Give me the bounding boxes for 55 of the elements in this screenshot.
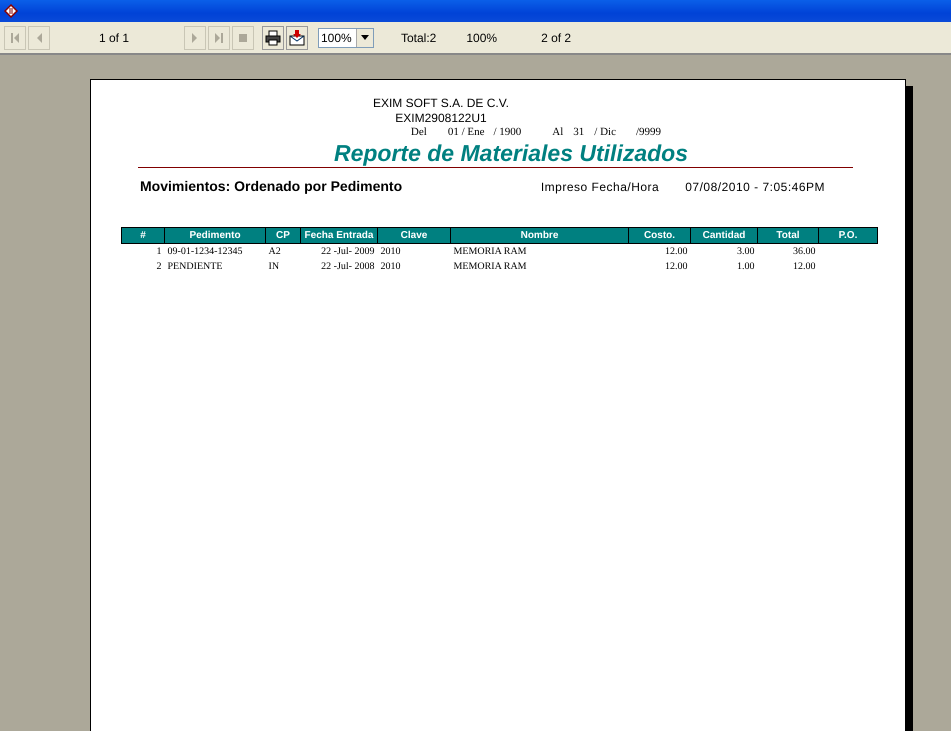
table-cell: 36.00 [793, 246, 816, 257]
column-header: Cantidad [690, 228, 758, 244]
toolbar-button[interactable] [262, 26, 284, 50]
first-page-icon [9, 32, 21, 44]
table-cell: A2 [268, 246, 281, 257]
toolbar-button[interactable] [286, 26, 308, 50]
app-icon [3, 3, 19, 19]
table-cell: MEMORIA RAM [454, 246, 527, 257]
date-range-text: 01 / Ene [448, 126, 484, 140]
date-range-text: /9999 [636, 126, 662, 140]
table-cell: 22 -Jul- 2009 [321, 246, 374, 257]
column-header: Costo. [628, 228, 690, 244]
column-header: Fecha Entrada [300, 228, 378, 244]
date-range-text: Al [552, 126, 564, 140]
table-cell: 12.00 [665, 261, 688, 272]
column-header: CP [266, 228, 300, 244]
column-header: Pedimento [164, 228, 266, 244]
printer-icon [265, 30, 281, 46]
table-cell: 1.00 [737, 261, 754, 272]
printed-label: Impreso Fecha/Hora [540, 180, 660, 194]
column-header: # [122, 228, 164, 244]
dropdown-caret-icon [361, 35, 369, 40]
envelope-icon [289, 30, 305, 46]
date-range-text: / 1900 [493, 126, 522, 140]
column-header: Clave [378, 228, 450, 244]
date-range-text: / Dic [594, 126, 616, 140]
table-cell: 22 -Jul- 2008 [321, 261, 374, 272]
company-name: EXIM SOFT S.A. DE C.V. [372, 96, 510, 111]
table-cell: MEMORIA RAM [454, 261, 527, 272]
table-cell: PENDIENTE [168, 261, 222, 272]
column-header: P.O. [818, 228, 878, 244]
zoom-percent-label: 100% [466, 30, 498, 44]
column-header: Total [758, 228, 818, 244]
table-cell: 12.00 [793, 261, 816, 272]
report-title: Reporte de Materiales Utilizados [334, 140, 688, 167]
zoom-dropdown[interactable]: 100% [318, 28, 374, 48]
table-cell: 1 [156, 246, 162, 257]
table-cell: 3.00 [737, 246, 754, 257]
table-cell: 12.00 [665, 246, 688, 257]
last-page-icon [213, 32, 225, 44]
report-subtitle: Movimientos: Ordenado por Pedimento [140, 178, 402, 194]
column-header: Nombre [450, 228, 628, 244]
company-rfc: EXIM2908122U1 [395, 111, 487, 126]
page-indicator: 1 of 1 [98, 30, 130, 44]
table-cell: 09-01-1234-12345 [168, 246, 242, 257]
stop-icon [237, 32, 249, 44]
table-cell: 2 [156, 261, 162, 272]
total-label: Total:2 [401, 30, 436, 44]
table-cell: IN [268, 261, 280, 272]
page-count-label: 2 of 2 [541, 30, 572, 44]
date-range-text: 31 [573, 126, 584, 140]
date-range-text: Del [410, 126, 427, 140]
table-cell: 2010 [380, 246, 400, 257]
printed-datetime: 07/08/2010 - 7:05:46PM [685, 180, 825, 194]
table-cell: 2010 [380, 261, 400, 272]
